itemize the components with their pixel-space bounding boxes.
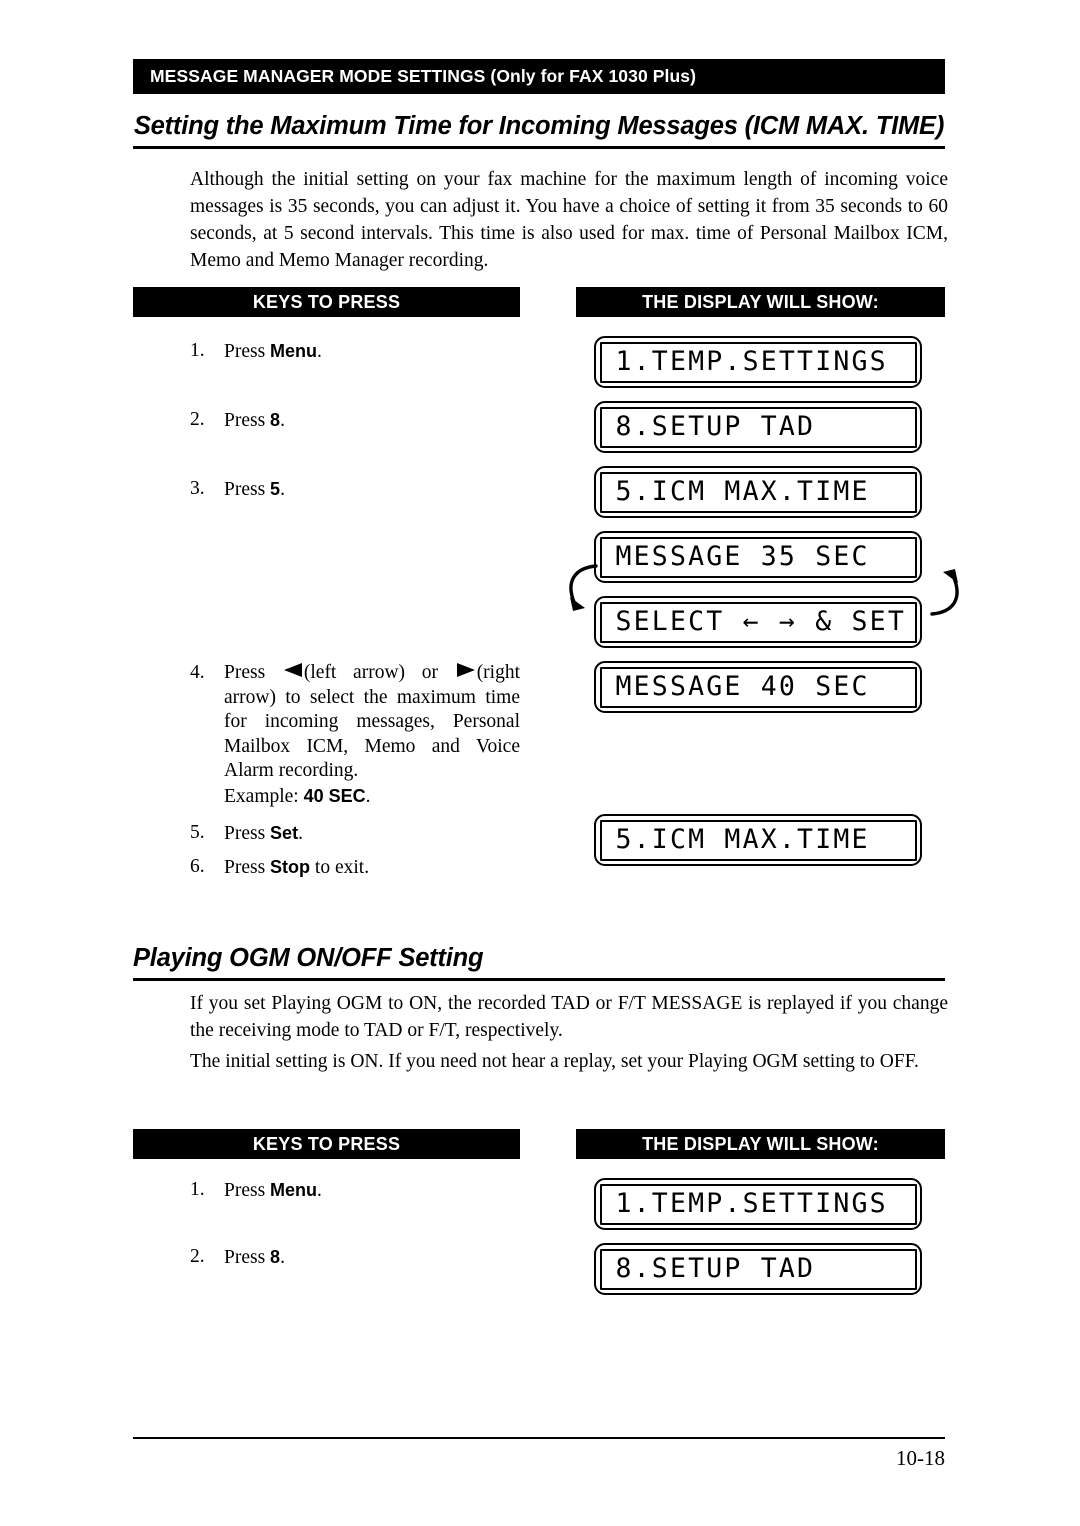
- step-item-6: 6. Press Stop to exit.: [190, 855, 520, 881]
- lcd-text: 5.ICM MAX.TIME: [599, 471, 917, 513]
- step-text: Press Stop to exit.: [224, 855, 520, 881]
- step-example-line: Example: 40 SEC.: [224, 784, 520, 810]
- step-text-post: .: [317, 1180, 322, 1201]
- step-text: Press Menu.: [224, 1178, 520, 1204]
- step-text-pre: Press: [224, 1180, 271, 1201]
- lcd-text: SELECT ← → & SET: [599, 601, 917, 643]
- running-head-bar: MESSAGE MANAGER MODE SETTINGS (Only for …: [133, 59, 945, 94]
- step-text: Press 8.: [224, 1245, 520, 1271]
- step-text-conjunction: or: [405, 662, 455, 683]
- key-label-set: Set: [270, 823, 299, 843]
- right-arrow-icon: [456, 663, 475, 677]
- step-item-3: 3. Press 5.: [190, 477, 520, 503]
- step-number: 1.: [190, 1179, 205, 1200]
- lcd-display-2: 8.SETUP TAD: [594, 401, 922, 453]
- step-text-post: .: [280, 410, 285, 431]
- step-item-2: 2. Press 8.: [190, 408, 520, 434]
- step-text-pre: Press: [224, 341, 271, 362]
- step-number: 3.: [190, 478, 205, 499]
- lcd-display-5: SELECT ← → & SET: [594, 596, 922, 648]
- step-number: 2.: [190, 1246, 205, 1267]
- lcd-text: 1.TEMP.SETTINGS: [599, 341, 917, 383]
- example-value-40-sec: 40 SEC: [303, 785, 366, 806]
- step-number: 5.: [190, 822, 205, 843]
- key-label-5: 5: [270, 479, 281, 499]
- ogm-step-item-1: 1. Press Menu.: [190, 1178, 520, 1204]
- section-heading-icm-max-time: Setting the Maximum Time for Incoming Me…: [133, 112, 945, 149]
- left-arrow-icon: [283, 663, 302, 677]
- step-text: Press (left arrow) or (right arrow) to s…: [224, 661, 520, 784]
- step-number: 2.: [190, 409, 205, 430]
- step-item-5: 5. Press Set.: [190, 821, 520, 847]
- step-text-pre: Press: [224, 823, 271, 844]
- step-number: 6.: [190, 856, 205, 877]
- step-text-pre: Press: [224, 857, 271, 878]
- step-text-post: to exit.: [310, 857, 370, 878]
- lcd-display-ogm-2: 8.SETUP TAD: [594, 1243, 922, 1295]
- ogm-step-item-2: 2. Press 8.: [190, 1245, 520, 1271]
- step-number: 4.: [190, 662, 205, 683]
- lcd-display-6: MESSAGE 40 SEC: [594, 661, 922, 713]
- key-label-8: 8: [270, 410, 281, 430]
- step-text: Press 8.: [224, 408, 520, 434]
- column-header-keys-to-press-2: KEYS TO PRESS: [133, 1129, 520, 1159]
- left-arrow-label: (left arrow): [303, 662, 406, 683]
- ogm-paragraph-1: If you set Playing OGM to ON, the record…: [190, 993, 948, 1041]
- lcd-text: 8.SETUP TAD: [599, 406, 917, 448]
- lcd-display-ogm-1: 1.TEMP.SETTINGS: [594, 1178, 922, 1230]
- step-item-4: 4. Press (left arrow) or (right arrow) t…: [190, 661, 520, 809]
- lcd-display-4: MESSAGE 35 SEC: [594, 531, 922, 583]
- step-text-post: .: [280, 1247, 285, 1268]
- step-text-post: .: [298, 823, 303, 844]
- step-text-post: .: [317, 341, 322, 362]
- step-text-pre: Press: [224, 410, 271, 431]
- section-heading-playing-ogm: Playing OGM ON/OFF Setting: [133, 944, 945, 981]
- lcd-display-7: 5.ICM MAX.TIME: [594, 814, 922, 866]
- curved-arrow-down-left-icon: [569, 564, 598, 611]
- lcd-text: MESSAGE 35 SEC: [599, 536, 917, 578]
- lcd-text: 8.SETUP TAD: [599, 1248, 917, 1290]
- step-text-pre: Press: [224, 1247, 271, 1268]
- lcd-text: 1.TEMP.SETTINGS: [599, 1183, 917, 1225]
- step-text-post: .: [280, 479, 285, 500]
- step-item-1: 1. Press Menu.: [190, 339, 520, 365]
- key-label-stop: Stop: [270, 857, 311, 877]
- footer-divider: [133, 1437, 945, 1439]
- intro-paragraph: Although the initial setting on your fax…: [190, 169, 948, 271]
- step-text-pre: Press: [224, 662, 282, 683]
- lcd-display-1: 1.TEMP.SETTINGS: [594, 336, 922, 388]
- lcd-text: 5.ICM MAX.TIME: [599, 819, 917, 861]
- column-header-display-will-show-2: THE DISPLAY WILL SHOW:: [576, 1129, 945, 1159]
- example-post: .: [365, 785, 371, 807]
- step-text: Press Menu.: [224, 339, 520, 365]
- step-text: Press 5.: [224, 477, 520, 503]
- step-text-pre: Press: [224, 479, 271, 500]
- page-number: 10-18: [896, 1446, 945, 1470]
- step-text: Press Set.: [224, 821, 520, 847]
- column-header-display-will-show-1: THE DISPLAY WILL SHOW:: [576, 287, 945, 317]
- curved-arrow-up-right-icon: [930, 569, 959, 616]
- key-label-menu: Menu: [270, 1180, 318, 1200]
- ogm-paragraph-2: The initial setting is ON. If you need n…: [190, 1051, 919, 1072]
- key-label-8: 8: [270, 1247, 281, 1267]
- lcd-display-3: 5.ICM MAX.TIME: [594, 466, 922, 518]
- example-label: Example:: [224, 785, 304, 807]
- step-number: 1.: [190, 340, 205, 361]
- column-header-keys-to-press-1: KEYS TO PRESS: [133, 287, 520, 317]
- document-page: MESSAGE MANAGER MODE SETTINGS (Only for …: [0, 0, 1080, 1526]
- key-label-menu: Menu: [270, 341, 318, 361]
- lcd-text: MESSAGE 40 SEC: [599, 666, 917, 708]
